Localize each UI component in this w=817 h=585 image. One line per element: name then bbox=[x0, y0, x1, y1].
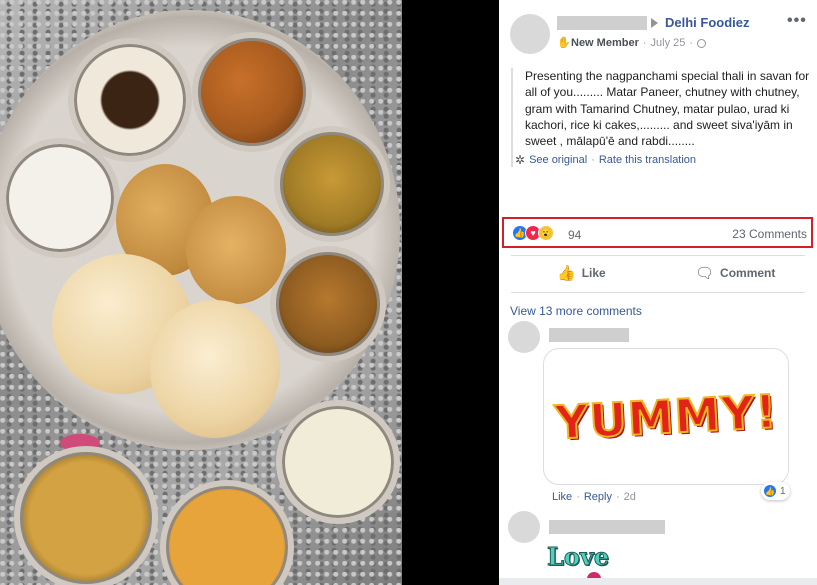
post-text: Presenting the nagpanchami special thali… bbox=[525, 69, 810, 149]
matar-paneer-bowl bbox=[192, 32, 312, 152]
love-sticker: Love bbox=[546, 542, 610, 572]
translation-row: ✲ See original · Rate this translation bbox=[515, 153, 811, 167]
separator-dot: · bbox=[615, 491, 620, 503]
meta-separator: · bbox=[689, 37, 694, 49]
more-dots-icon[interactable]: ••• bbox=[787, 12, 807, 30]
separator-dot: · bbox=[576, 491, 580, 503]
sevaiyan-bowl bbox=[14, 446, 158, 585]
reaction-count[interactable]: 94 bbox=[568, 228, 581, 242]
wow-reaction-icon: 😮 bbox=[538, 225, 554, 241]
kachori bbox=[186, 196, 286, 304]
view-more-comments-link[interactable]: View 13 more comments bbox=[510, 304, 642, 318]
comment-reaction-count: 1 bbox=[780, 485, 786, 497]
rate-translation-link[interactable]: Rate this translation bbox=[599, 154, 696, 166]
post-meta: ✋ New Member · July 25 · bbox=[557, 37, 707, 49]
thumbs-up-icon: 👍 bbox=[557, 265, 576, 282]
puri bbox=[150, 300, 280, 438]
reaction-icons[interactable]: 👍 ♥ 😮 bbox=[512, 225, 554, 241]
comment-reply-link[interactable]: Reply bbox=[584, 491, 612, 503]
comment-reaction-badge[interactable]: 👍 1 bbox=[761, 482, 790, 500]
author-avatar[interactable] bbox=[510, 14, 550, 54]
commenter-avatar[interactable] bbox=[508, 321, 540, 353]
commenter-name-redacted[interactable] bbox=[549, 520, 665, 534]
kachori-bowl bbox=[270, 246, 386, 362]
divider bbox=[511, 255, 805, 256]
see-original-link[interactable]: See original bbox=[529, 154, 587, 166]
reactions-bar: 👍 ♥ 😮 94 23 Comments bbox=[502, 217, 813, 248]
separator-dot: · bbox=[591, 154, 595, 167]
group-name-link[interactable]: Delhi Foodiez bbox=[665, 15, 750, 30]
comment-button[interactable]: 🗨 Comment bbox=[695, 262, 775, 284]
commenter-avatar[interactable] bbox=[508, 511, 540, 543]
caret-right-icon bbox=[651, 18, 658, 28]
screenshot: Delhi Foodiez ••• ✋ New Member · July 25… bbox=[0, 0, 817, 585]
comment-bubble-icon: 🗨 bbox=[695, 265, 715, 282]
comment-time[interactable]: 2d bbox=[624, 491, 636, 503]
member-badge: ✋ New Member bbox=[557, 37, 639, 49]
yummy-sticker: YUMMY! bbox=[543, 348, 789, 485]
post-photo[interactable] bbox=[0, 0, 402, 585]
meta-separator: · bbox=[642, 37, 647, 49]
rabdi-bowl bbox=[276, 400, 400, 524]
post-panel: Delhi Foodiez ••• ✋ New Member · July 25… bbox=[499, 0, 817, 585]
post-date[interactable]: July 25 bbox=[651, 37, 686, 49]
comment-actions: Like · Reply · 2d bbox=[552, 491, 636, 503]
comment-button-label: Comment bbox=[720, 266, 776, 280]
sweet-bowl bbox=[160, 480, 294, 585]
like-button-label: Like bbox=[581, 266, 606, 280]
member-badge-label: New Member bbox=[571, 37, 639, 49]
like-button[interactable]: 👍 Like bbox=[557, 262, 606, 284]
gram-bowl bbox=[274, 126, 390, 242]
wave-hand-icon: ✋ bbox=[557, 36, 571, 49]
comments-count-link[interactable]: 23 Comments bbox=[732, 227, 807, 241]
post-header: Delhi Foodiez ••• ✋ New Member · July 25… bbox=[499, 0, 817, 60]
divider bbox=[511, 292, 805, 293]
post-body: Presenting the nagpanchami special thali… bbox=[511, 68, 811, 168]
pulao-bowl bbox=[0, 138, 120, 258]
sticker-text: YUMMY! bbox=[552, 383, 779, 451]
globe-icon bbox=[697, 38, 707, 48]
gear-icon[interactable]: ✲ bbox=[515, 153, 525, 167]
author-name-redacted[interactable] bbox=[557, 16, 647, 30]
like-reaction-icon: 👍 bbox=[763, 484, 777, 498]
bottom-strip bbox=[499, 578, 817, 585]
commenter-name-redacted[interactable] bbox=[549, 328, 629, 342]
comment-like-link[interactable]: Like bbox=[552, 491, 572, 503]
